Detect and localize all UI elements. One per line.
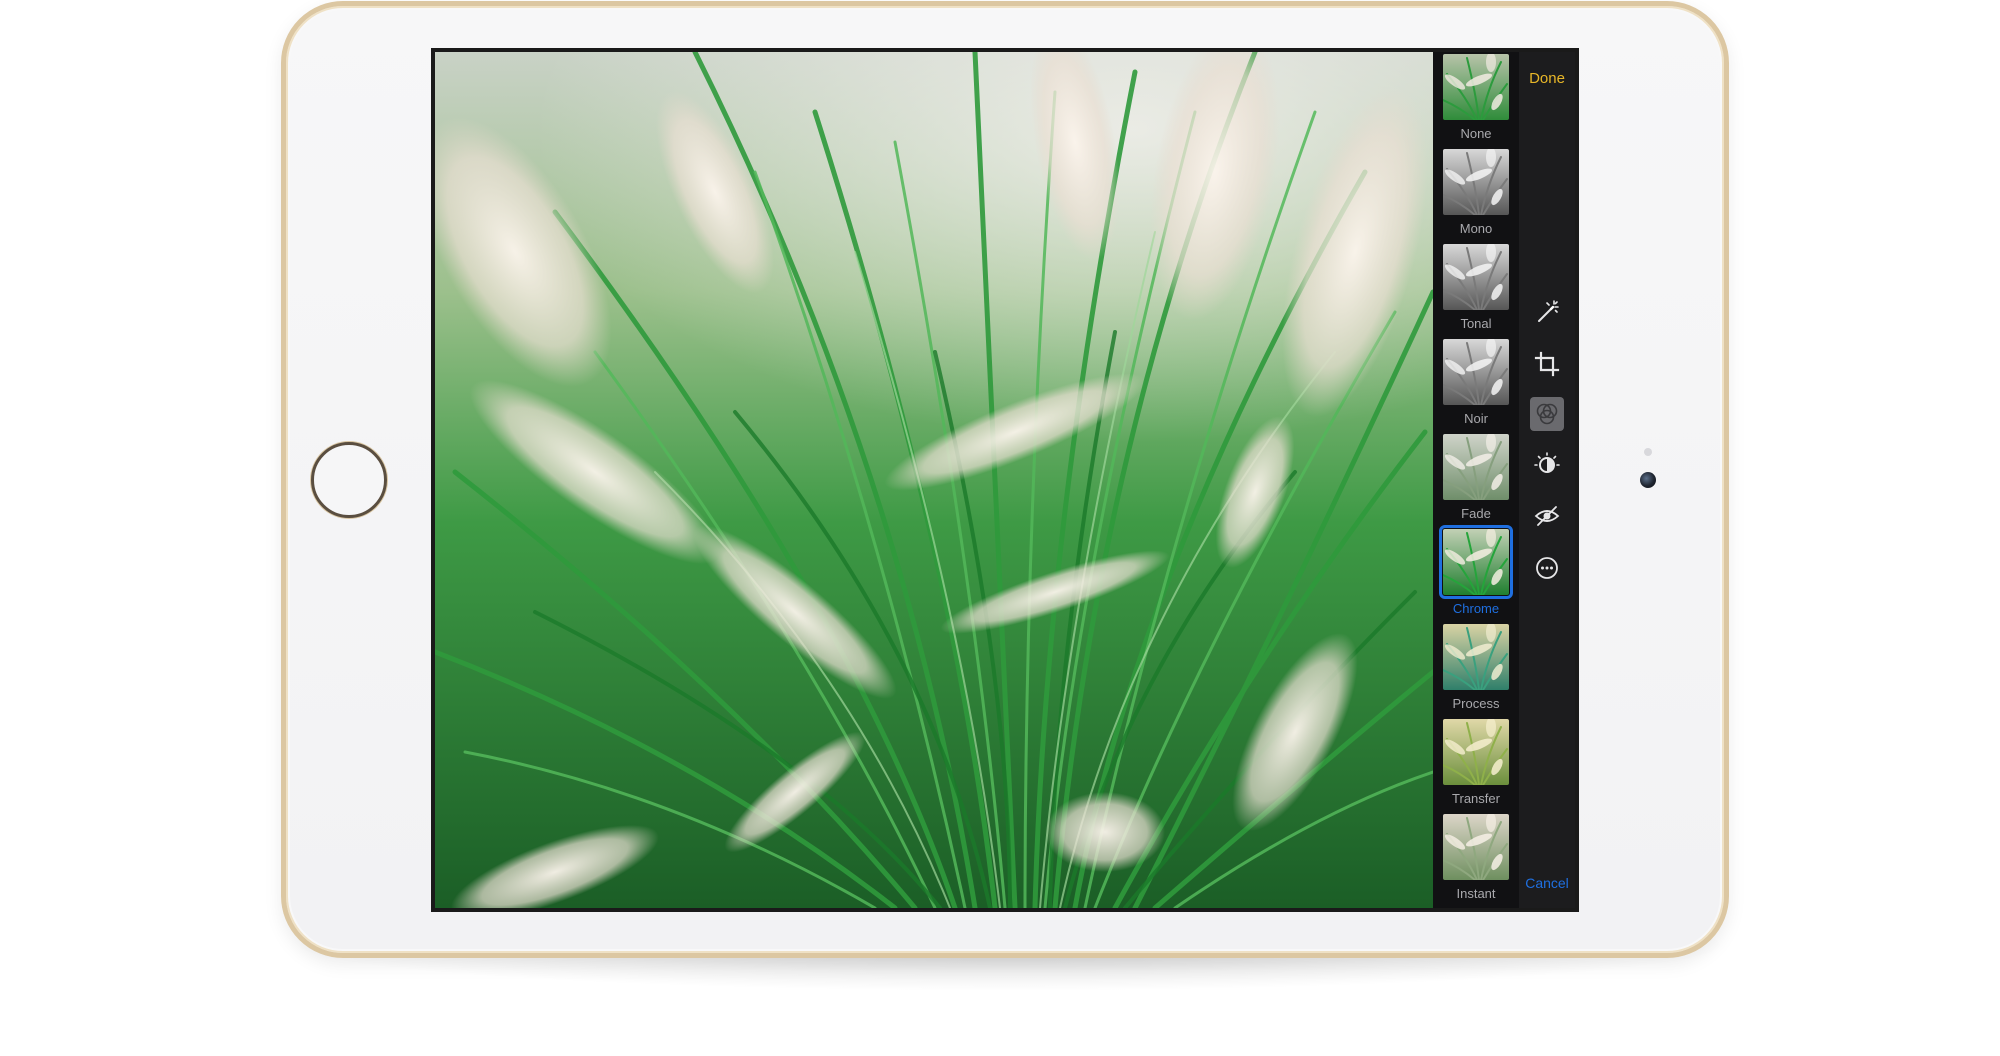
ipad-screen: None Mono Tonal Noir Fade Chrome Process Transf… [431, 48, 1579, 912]
filter-thumbnail [1443, 719, 1509, 785]
editing-sidebar: None Mono Tonal Noir Fade Chrome Process Transf… [1433, 52, 1575, 908]
front-camera-icon [1640, 472, 1656, 488]
grass-photo [435, 52, 1433, 908]
filter-label: Fade [1461, 506, 1491, 521]
cancel-button[interactable]: Cancel [1517, 875, 1575, 891]
filter-list: None Mono Tonal Noir Fade Chrome Process Transf… [1433, 52, 1519, 908]
filter-thumbnail [1443, 434, 1509, 500]
filter-label: Transfer [1452, 791, 1500, 806]
filters-icon[interactable] [1530, 397, 1564, 431]
filter-mono[interactable]: Mono [1441, 149, 1511, 243]
more-icon[interactable] [1533, 554, 1561, 582]
magic-wand-icon[interactable] [1533, 298, 1561, 326]
filter-tonal[interactable]: Tonal [1441, 244, 1511, 338]
filter-fade[interactable]: Fade [1441, 434, 1511, 528]
filter-none[interactable]: None [1441, 54, 1511, 148]
filter-label: None [1460, 126, 1492, 141]
filter-instant[interactable]: Instant [1441, 814, 1511, 908]
filter-thumbnail [1443, 339, 1509, 405]
photo-preview[interactable] [435, 52, 1433, 908]
adjust-dial-icon[interactable] [1533, 451, 1561, 479]
filter-transfer[interactable]: Transfer [1441, 719, 1511, 813]
filter-thumbnail [1443, 54, 1509, 120]
filter-label: Chrome [1452, 601, 1500, 616]
filter-thumbnail [1439, 525, 1513, 599]
filter-thumbnail [1443, 244, 1509, 310]
filter-noir[interactable]: Noir [1441, 339, 1511, 433]
filter-label: Tonal [1460, 316, 1492, 331]
filter-label: Noir [1464, 411, 1488, 426]
filter-thumbnail [1443, 149, 1509, 215]
filter-thumbnail [1443, 814, 1509, 880]
filter-label: Mono [1459, 221, 1493, 236]
filter-chrome[interactable]: Chrome [1439, 525, 1513, 623]
done-button[interactable]: Done [1519, 70, 1575, 87]
red-eye-icon[interactable] [1533, 502, 1561, 530]
light-sensor [1644, 448, 1652, 456]
crop-icon[interactable] [1533, 350, 1561, 378]
filter-process[interactable]: Process [1441, 624, 1511, 718]
filter-label: Process [1452, 696, 1500, 711]
filter-thumbnail [1443, 624, 1509, 690]
home-button[interactable] [311, 442, 387, 518]
tool-column: Done Cancel [1519, 52, 1575, 908]
filter-label: Instant [1456, 886, 1496, 901]
